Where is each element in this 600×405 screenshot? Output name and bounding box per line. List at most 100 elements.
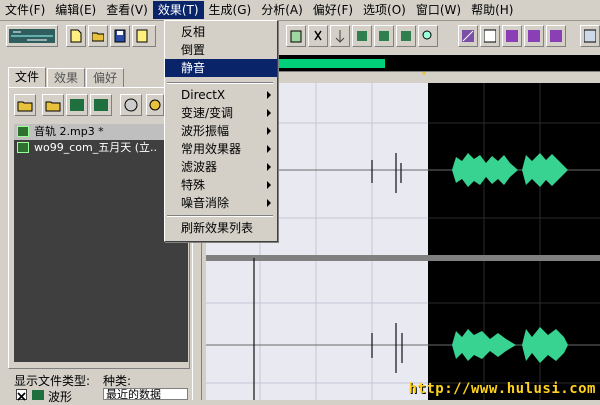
menu-item-label: 常用效果器 [181, 142, 242, 156]
options-button[interactable] [120, 94, 142, 116]
menu-item-label: 变速/变调 [181, 106, 234, 120]
menu-bar: 文件(F) 编辑(E) 查看(V) 效果(T) 生成(G) 分析(A) 偏好(F… [0, 0, 600, 21]
submenu-arrow-icon [267, 109, 271, 117]
menu-view[interactable]: 查看(V) [101, 1, 153, 19]
menu-edit[interactable]: 编辑(E) [50, 1, 101, 19]
grid-icon [528, 30, 540, 42]
organizer-tabs: 文件 效果 偏好 [8, 67, 125, 88]
menu-favorites[interactable]: 偏好(F) [308, 1, 358, 19]
menu-separator [167, 215, 273, 217]
paste-new-button[interactable] [286, 25, 306, 47]
audio-file-icon [17, 126, 29, 137]
watermark-text: http://www.hulusi.com [408, 381, 596, 397]
file-list: 音轨 2.mp3 * wo99_com_五月天 (立.. [14, 124, 188, 362]
menu-item-amplitude[interactable]: 波形振幅 [165, 122, 277, 140]
waveform-checkbox[interactable] [16, 389, 27, 401]
paste-icon [290, 30, 302, 43]
zoom-icon [422, 30, 432, 40]
menu-item-time-pitch[interactable]: 变速/变调 [165, 104, 277, 122]
open-file-button[interactable] [14, 94, 36, 116]
new-file-icon [70, 29, 82, 43]
folder-icon [92, 32, 104, 42]
menu-analyze[interactable]: 分析(A) [256, 1, 308, 19]
folder-icon [17, 101, 33, 112]
tool-button-1[interactable] [352, 25, 372, 47]
options-icon [124, 98, 138, 112]
menu-window[interactable]: 窗口(W) [411, 1, 466, 19]
grid-icon [506, 30, 518, 42]
multitrack-toggle-button[interactable] [6, 25, 58, 47]
close-file-button[interactable] [90, 94, 112, 116]
tab-effects[interactable]: 效果 [47, 68, 86, 88]
tool-icon [379, 31, 389, 41]
menu-item-directx[interactable]: DirectX [165, 86, 277, 104]
menu-item-silence[interactable]: 静音 [165, 59, 277, 77]
tool-button-5[interactable] [458, 25, 478, 47]
gear-icon [149, 99, 161, 111]
tab-files[interactable]: 文件 [8, 67, 47, 88]
tool-icon [401, 31, 411, 41]
menu-item-label: DirectX [181, 88, 226, 102]
import-button[interactable] [42, 94, 64, 116]
cut-button[interactable] [308, 25, 328, 47]
menu-file[interactable]: 文件(F) [0, 1, 50, 19]
menu-effects[interactable]: 效果(T) [152, 1, 204, 19]
kind-label: 种类: [103, 374, 132, 388]
trim-button[interactable] [330, 25, 350, 47]
insert-button[interactable] [66, 94, 88, 116]
grid-icon [550, 30, 562, 42]
tool-button-8[interactable] [524, 25, 544, 47]
menu-item-noise-reduction[interactable]: 噪音消除 [165, 194, 277, 212]
window-icon [584, 29, 596, 43]
waveform-type-icon [32, 390, 44, 400]
tool-button-10[interactable] [580, 25, 600, 47]
save-as-icon [136, 29, 148, 43]
audio-file-icon [17, 142, 29, 153]
new-file-button[interactable] [66, 25, 86, 47]
show-file-type-label: 显示文件类型: [14, 374, 91, 388]
effects-menu: 反相 倒置 静音 DirectX 变速/变调 波形振幅 常用效果器 滤波器 特殊… [164, 20, 278, 242]
open-button[interactable] [88, 25, 108, 47]
submenu-arrow-icon [267, 91, 271, 99]
file-name: wo99_com_五月天 (立.. [34, 141, 157, 154]
tool-button-6[interactable] [480, 25, 500, 47]
menu-help[interactable]: 帮助(H) [466, 1, 518, 19]
save-button[interactable] [110, 25, 130, 47]
tool-button-2[interactable] [374, 25, 394, 47]
save-as-button[interactable] [132, 25, 156, 47]
menu-item-common-effects[interactable]: 常用效果器 [165, 140, 277, 158]
tool-button-7[interactable] [502, 25, 522, 47]
menu-item-label: 波形振幅 [181, 124, 230, 138]
import-icon [45, 101, 61, 112]
file-name: 音轨 2.mp3 * [34, 125, 104, 138]
submenu-arrow-icon [267, 181, 271, 189]
menu-item-invert[interactable]: 反相 [165, 23, 277, 41]
menu-item-reverse[interactable]: 倒置 [165, 41, 277, 59]
menu-options[interactable]: 选项(O) [358, 1, 411, 19]
file-item[interactable]: 音轨 2.mp3 * [14, 124, 188, 140]
tool-button-3[interactable] [396, 25, 416, 47]
scissors-icon [314, 30, 322, 41]
waveform-view-icon [9, 29, 55, 43]
save-icon [114, 29, 126, 43]
menu-generate[interactable]: 生成(G) [204, 1, 257, 19]
extra-button[interactable] [146, 94, 164, 116]
menu-item-label: 特殊 [181, 178, 206, 192]
submenu-arrow-icon [267, 127, 271, 135]
tool-button-4[interactable] [418, 25, 438, 47]
menu-separator [167, 82, 273, 84]
close-track-icon [94, 99, 108, 111]
file-item[interactable]: wo99_com_五月天 (立.. [14, 140, 188, 156]
menu-item-label: 滤波器 [181, 160, 218, 174]
toolbar [0, 21, 600, 55]
menu-item-refresh-effects[interactable]: 刷新效果列表 [165, 219, 277, 237]
waveform-checkbox-label: 波形 [48, 390, 73, 404]
submenu-arrow-icon [267, 163, 271, 171]
menu-item-label: 噪音消除 [181, 196, 230, 210]
trim-icon [335, 30, 345, 43]
tool-button-9[interactable] [546, 25, 566, 47]
menu-item-filters[interactable]: 滤波器 [165, 158, 277, 176]
tab-favorites[interactable]: 偏好 [86, 68, 125, 88]
kind-select[interactable]: 最近的数据 [103, 388, 188, 400]
menu-item-special[interactable]: 特殊 [165, 176, 277, 194]
